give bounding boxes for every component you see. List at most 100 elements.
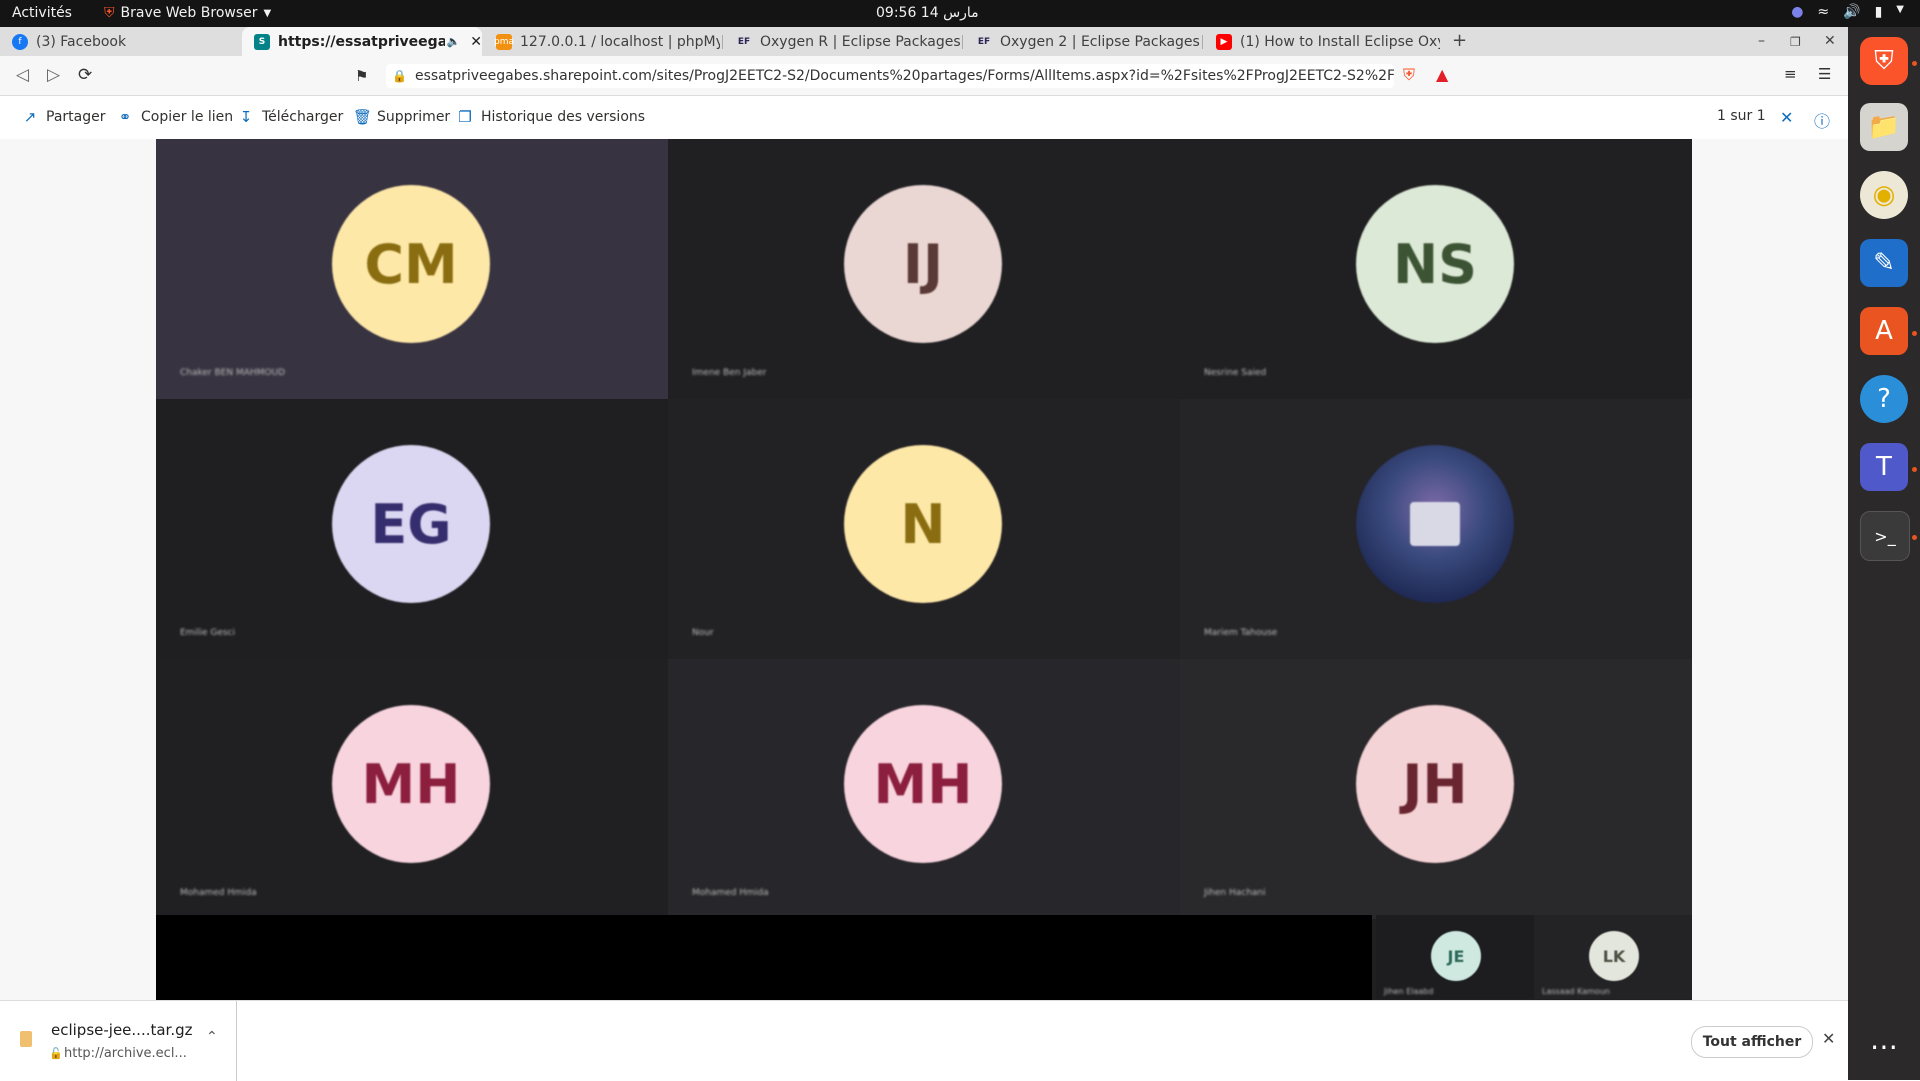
avatar: JE [1431,931,1481,981]
avatar: IJ [844,185,1002,343]
version-history-label: Historique des versions [481,109,646,125]
speaker-icon[interactable]: 🔈 [447,35,461,48]
avatar: LK [1589,931,1639,981]
participant-tile: Mariem Tahouse [1180,399,1692,659]
tab-title: Oxygen 2 | Eclipse Packages [1000,33,1200,50]
participant-tile: JH Jihen Hachani [1180,659,1692,919]
brave-browser-icon[interactable]: ⛨ [1860,37,1908,85]
address-bar[interactable]: 🔒 essatpriveegabes.sharepoint.com/sites/… [386,64,1394,88]
tab-title: Oxygen R | Eclipse Packages [760,33,960,50]
version-history-button[interactable]: ❐ Historique des versions [457,108,645,126]
info-icon[interactable]: ⓘ [1814,108,1830,132]
system-top-bar: Activités ⛨ Brave Web Browser ▼ 09:56 14… [0,0,1920,27]
participant-name: Jihen Elaabd [1384,987,1434,996]
system-tray[interactable]: ● ≈ 🔊 ▮ ▼ [1791,4,1904,20]
lock-icon[interactable]: 🔒 [392,69,407,83]
participant-name: Mariem Tahouse [1204,628,1278,638]
copy-link-label: Copier le lien [141,109,234,125]
meeting-video[interactable]: CM Chaker BEN MAHMOUD IJ Imene Ben Jaber… [156,139,1692,1000]
participant-tile: IJ Imene Ben Jaber [668,139,1180,399]
rhythmbox-icon[interactable]: ◉ [1860,171,1908,219]
tab-title: 127.0.0.1 / localhost | phpMyA [520,33,720,50]
teams-icon[interactable]: T [1860,443,1908,491]
libreoffice-writer-icon[interactable]: ✎ [1860,239,1908,287]
tab-youtube[interactable]: ▶ (1) How to Install Eclipse Oxyg [1204,27,1440,56]
minimize-button[interactable]: – [1758,33,1765,49]
participant-name: Lassaad Kamoun [1542,987,1610,996]
download-item[interactable]: eclipse-jee....tar.gz 🔓 http://archive.e… [0,1001,237,1081]
participant-tile: EG Emilie Gesci [156,399,668,659]
forward-button[interactable]: ▷ [47,65,60,85]
new-tab-button[interactable]: + [1452,30,1467,51]
terminal-icon[interactable]: >_ [1860,511,1910,561]
chevron-down-icon[interactable]: ▼ [1896,4,1904,20]
download-file-name: eclipse-jee....tar.gz [51,1021,193,1039]
teams-tray-icon[interactable]: ● [1791,4,1803,20]
brave-rewards-icon[interactable]: ▲ [1436,65,1448,84]
participant-name: Nour [692,628,714,638]
clock[interactable]: 09:56 14 مارس [876,5,979,21]
chevron-down-icon: ▼ [263,7,272,19]
help-icon[interactable]: ? [1860,375,1908,423]
download-bar: eclipse-jee....tar.gz 🔓 http://archive.e… [0,1000,1848,1081]
show-applications-icon[interactable]: ⋯ [1860,1022,1908,1070]
brave-lion-icon: ⛨ [104,5,115,21]
download-icon: ↧ [239,108,253,126]
eclipse-icon: EF [977,36,991,47]
files-icon[interactable]: 📁 [1860,103,1908,151]
software-center-icon[interactable]: A [1860,307,1908,355]
reload-button[interactable]: ⟳ [78,65,92,85]
close-download-bar-icon[interactable]: ✕ [1822,1029,1835,1048]
ubuntu-dock: ⛨ 📁 ◉ ✎ A ? T >_ ⋯ [1848,27,1920,1080]
mini-participant-tile: JE Jihen Elaabd [1376,915,1534,999]
close-viewer-icon[interactable]: ✕ [1780,108,1793,127]
participant-name: Jihen Hachani [1204,888,1266,898]
url-text: essatpriveegabes.sharepoint.com/sites/Pr… [414,68,1394,84]
download-button[interactable]: ↧ Télécharger [238,108,344,126]
brave-shields-icon[interactable]: ⛨ [1403,65,1415,85]
wifi-icon[interactable]: ≈ [1817,4,1829,20]
eclipse-icon: EF [737,36,751,47]
tab-eclipse-oxygen-r[interactable]: EF Oxygen R | Eclipse Packages [724,27,960,56]
app-menu[interactable]: ⛨ Brave Web Browser ▼ [104,5,271,21]
tab-eclipse-oxygen-2[interactable]: EF Oxygen 2 | Eclipse Packages [964,27,1200,56]
menu-icon[interactable]: ☰ [1818,65,1831,83]
app-name: Brave Web Browser [120,5,258,21]
download-file-url: http://archive.ecl... [64,1046,187,1061]
tab-sharepoint[interactable]: S https://essatpriveegab 🔈 ✕ [242,27,482,56]
participant-name: Mohamed Hmida [692,888,769,898]
back-button[interactable]: ◁ [16,65,29,85]
activities-button[interactable]: Activités [12,5,72,21]
tab-facebook[interactable]: f (3) Facebook [0,27,240,56]
avatar: MH [844,705,1002,863]
delete-button[interactable]: 🗑 Supprimer [353,108,450,126]
youtube-icon: ▶ [1216,33,1232,50]
show-all-button[interactable]: Tout afficher [1691,1026,1813,1058]
participant-tile: MH Mohamed Hmida [668,659,1180,919]
reading-list-icon[interactable]: ≡ [1784,65,1797,83]
bookmark-icon[interactable]: ⚑ [355,67,368,85]
participant-name: Chaker BEN MAHMOUD [180,368,286,378]
copy-link-button[interactable]: ⚭ Copier le lien [117,108,233,126]
navigation-bar: ◁ ▷ ⟳ ⚑ 🔒 essatpriveegabes.sharepoint.co… [0,56,1848,96]
restore-button[interactable]: ❐ [1790,35,1801,49]
phpmyadmin-icon: pma [494,33,514,50]
close-tab-icon[interactable]: ✕ [470,34,482,50]
volume-icon[interactable]: 🔊 [1843,4,1860,20]
share-button[interactable]: ↗ Partager [22,108,106,126]
chevron-up-icon[interactable]: ⌃ [206,1029,218,1045]
tab-title: (3) Facebook [36,33,127,50]
download-label: Télécharger [262,109,344,125]
history-icon: ❐ [458,108,472,126]
battery-icon[interactable]: ▮ [1875,4,1883,20]
avatar: MH [332,705,490,863]
participant-tile: CM Chaker BEN MAHMOUD [156,139,668,399]
tab-title: (1) How to Install Eclipse Oxyg [1240,33,1440,50]
participant-tile: NS Nesrine Saied [1180,139,1692,399]
tab-phpmyadmin[interactable]: pma 127.0.0.1 / localhost | phpMyA [484,27,720,56]
share-icon: ↗ [23,108,37,126]
avatar: CM [332,185,490,343]
participant-tile: MH Mohamed Hmida [156,659,668,919]
close-window-button[interactable]: ✕ [1824,33,1836,49]
sharepoint-icon: S [254,33,270,50]
